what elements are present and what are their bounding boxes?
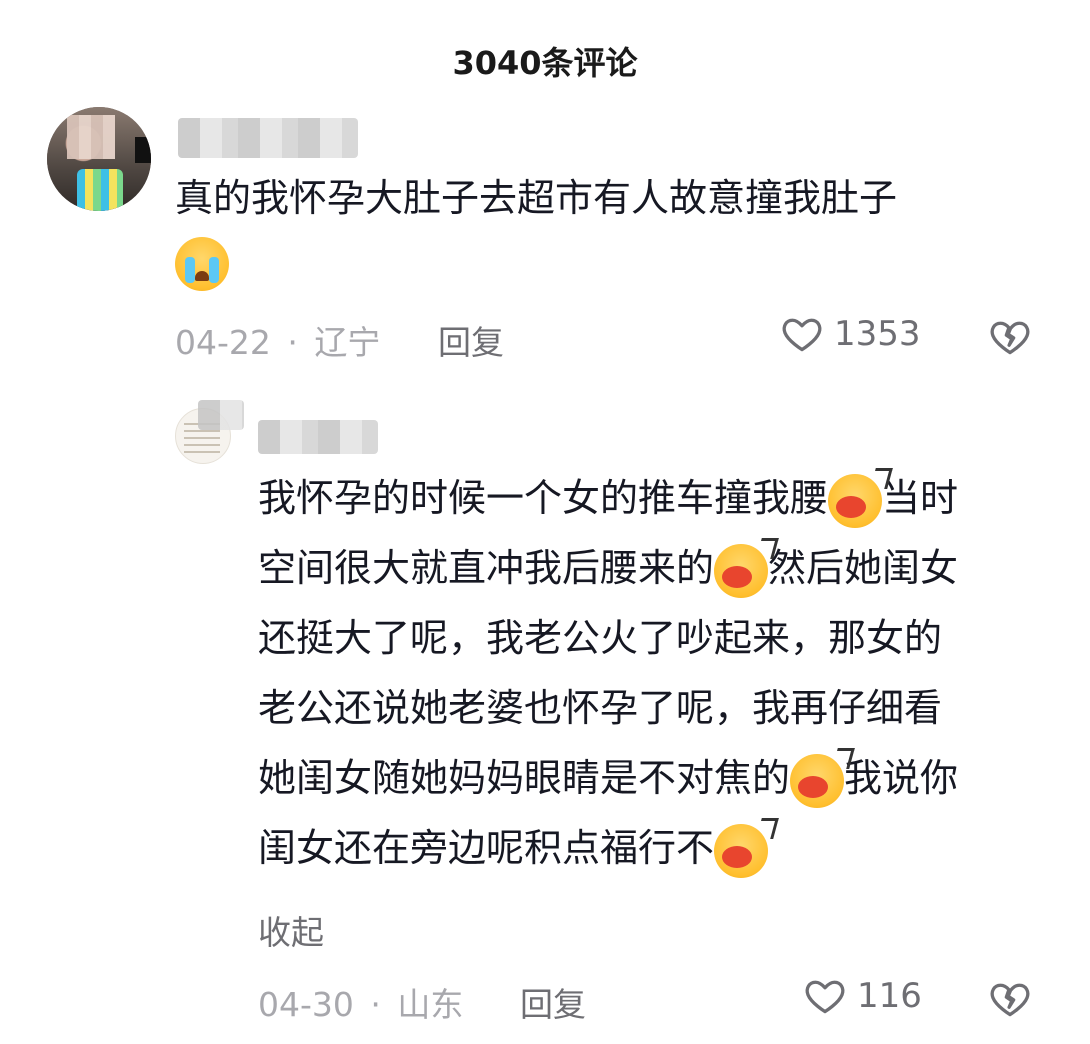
comment-meta: 04-22 · 辽宁 [175,316,380,364]
comment-text: 真的我怀孕大肚子去超市有人故意撞我肚子 [175,163,1035,233]
reply-username-blurred[interactable] [198,400,244,430]
broken-heart-icon[interactable] [988,315,1032,359]
shouting-emoji-icon [714,537,779,598]
reply-text-line: 她闺女随她妈妈眼睛是不对焦的 [258,756,791,800]
heart-icon [782,318,822,352]
reply-text-line: 我怀孕的时候一个女的推车撞我腰 [258,476,829,520]
reply-comment-text: 我怀孕的时候一个女的推车撞我腰 当时 空间很大就直冲我后腰来的 然后她闺女 还挺大了… [258,463,1058,883]
like-count: 1353 [834,314,921,354]
reply-text-line: 空间很大就直冲我后腰来的 [258,546,715,590]
reply-button[interactable]: 回复 [520,978,586,1026]
reply-location: 山东 [397,985,464,1024]
shouting-emoji-icon [714,817,779,878]
heart-icon [805,980,845,1014]
reply-button[interactable]: 回复 [438,316,504,364]
reply-meta: 04-30 · 山东 [258,978,463,1026]
reply-text-line: 闺女还在旁边呢积点福行不 [258,826,715,870]
broken-heart-icon[interactable] [988,977,1032,1021]
reply-text-line: 老公还说她老婆也怀孕了呢，我再仔细看 [258,686,943,730]
meta-separator: · [287,323,298,362]
meta-separator: · [370,985,381,1024]
comments-count-title: 3040条评论 [452,44,638,82]
comment-text-line: 真的我怀孕大肚子去超市有人故意撞我肚子 [175,176,898,220]
loudly-crying-emoji-icon [175,237,229,291]
like-button[interactable]: 116 [803,974,922,1018]
reply-text-line: 然后她闺女 [768,546,959,590]
username-blurred[interactable] [178,118,358,158]
reply-username-blurred[interactable] [258,420,378,454]
reply-text-line: 还挺大了呢，我老公火了吵起来，那女的 [258,616,943,660]
reply-text-line: 我说你 [844,756,959,800]
comment-location: 辽宁 [314,323,381,362]
reply-date: 04-30 [258,985,354,1024]
shouting-emoji-icon [828,467,893,528]
like-button[interactable]: 1353 [780,312,921,356]
collapse-button[interactable]: 收起 [258,906,324,954]
reply-text-line: 当时 [882,476,959,520]
shouting-emoji-icon [790,747,855,808]
like-count: 116 [857,976,922,1016]
comment-date: 04-22 [175,323,271,362]
avatar[interactable] [47,107,151,211]
